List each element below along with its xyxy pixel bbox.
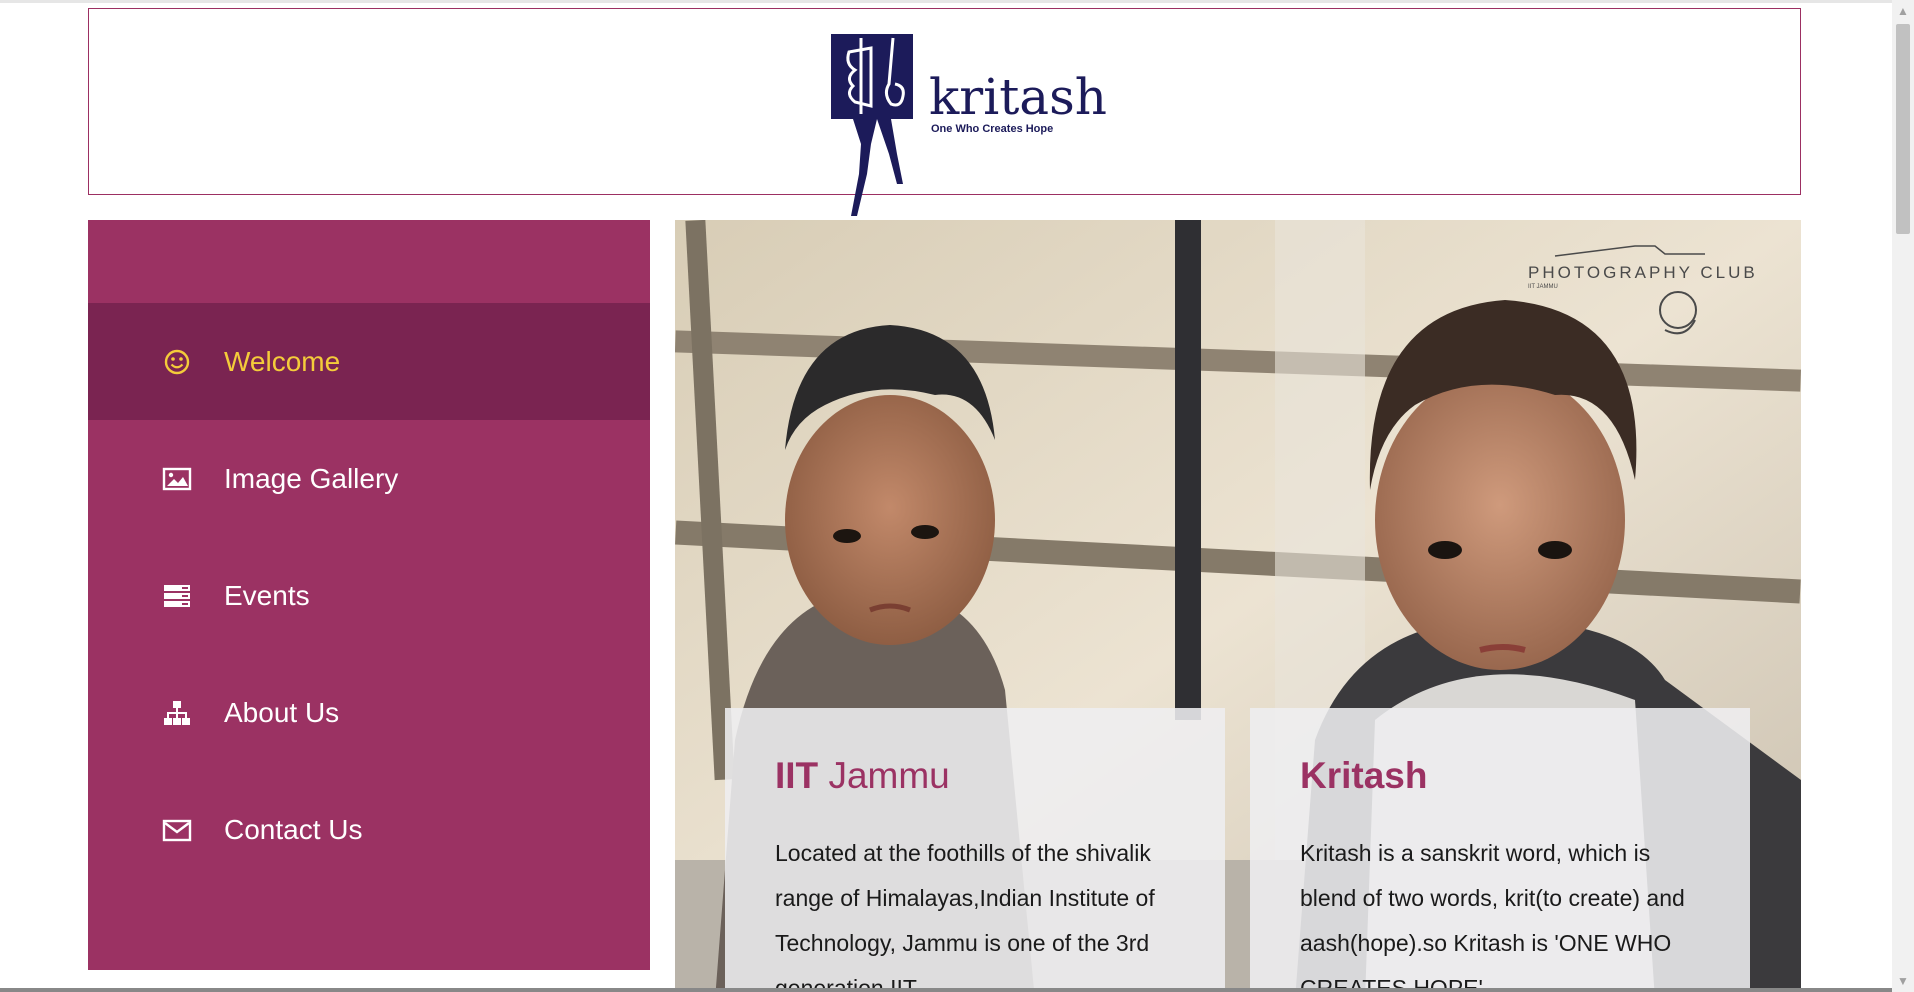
svg-text:PHOTOGRAPHY CLUB: PHOTOGRAPHY CLUB <box>1528 263 1758 282</box>
svg-text:kritash: kritash <box>929 68 1107 126</box>
scroll-up-arrow-icon[interactable]: ▲ <box>1892 0 1914 22</box>
card-body: Kritash is a sanskrit word, which is ble… <box>1300 839 1685 992</box>
card-title: IIT Jammu <box>775 755 950 796</box>
nav-item-image-gallery[interactable]: Image Gallery <box>88 420 650 537</box>
kritash-card: Kritash Kritash is a sanskrit word, whic… <box>1250 708 1750 992</box>
nav-item-contact-us[interactable]: Contact Us <box>88 771 650 888</box>
nav-item-events[interactable]: Events <box>88 537 650 654</box>
scrollbar-thumb[interactable] <box>1896 24 1910 234</box>
site-header: kritash One Who Creates Hope <box>88 8 1801 216</box>
card-title: Kritash <box>1300 755 1428 796</box>
image-icon <box>160 462 194 496</box>
nav-label-about-us: About Us <box>224 696 340 728</box>
hero-section: PHOTOGRAPHY CLUB IIT JAMMU IIT Jammu Loc… <box>675 220 1801 992</box>
scroll-down-arrow-icon[interactable]: ▼ <box>1892 970 1914 992</box>
nav-label-events: Events <box>224 579 310 611</box>
svg-text:One Who Creates Hope: One Who Creates Hope <box>931 123 1053 135</box>
nav-label-welcome: Welcome <box>224 345 341 377</box>
vertical-scrollbar[interactable]: ▲ ▼ <box>1892 0 1914 992</box>
svg-text:IIT JAMMU: IIT JAMMU <box>1528 284 1558 290</box>
envelope-icon <box>160 813 194 847</box>
nav-label-contact-us: Contact Us <box>224 813 363 845</box>
list-icon <box>160 579 194 613</box>
nav-label-image-gallery: Image Gallery <box>224 462 399 494</box>
browser-viewport: kritash One Who Creates Hope Welcome Ima… <box>0 0 1892 992</box>
smiley-icon <box>160 345 194 379</box>
top-border <box>0 0 1892 3</box>
card-body: Located at the foothills of the shivalik… <box>775 839 1155 992</box>
iit-jammu-card: IIT Jammu Located at the foothills of th… <box>725 708 1225 992</box>
sitemap-icon <box>160 696 194 730</box>
logo-mark-icon: kritash One Who Creates Hope <box>831 34 1107 216</box>
nav-item-welcome[interactable]: Welcome <box>88 303 650 420</box>
nav-item-about-us[interactable]: About Us <box>88 654 650 771</box>
kritash-logo[interactable]: kritash One Who Creates Hope <box>831 24 1131 219</box>
page-bottom-edge <box>0 988 1892 992</box>
sidebar-nav: Welcome Image Gallery Events About Us Co… <box>88 220 650 970</box>
